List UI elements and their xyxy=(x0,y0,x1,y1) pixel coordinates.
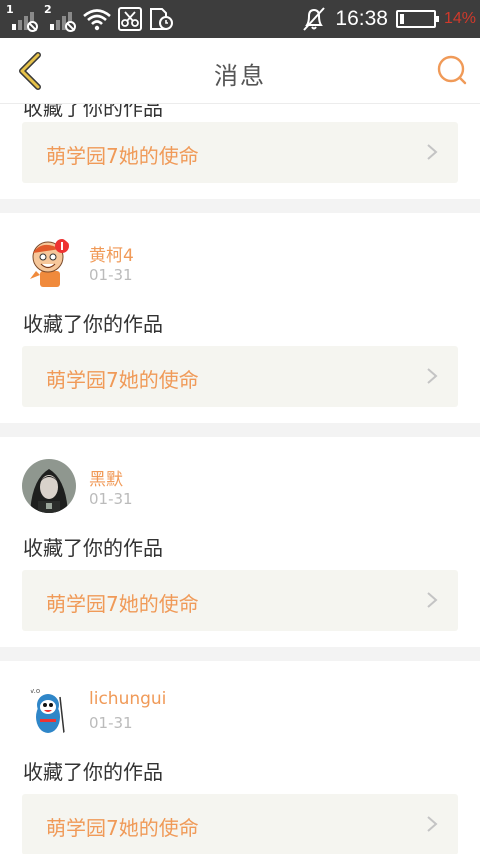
chevron-right-icon xyxy=(427,592,438,608)
divider xyxy=(0,647,480,661)
wifi-icon xyxy=(83,9,111,31)
message-action: 收藏了你的作品 xyxy=(23,104,163,120)
battery-percent: 14% xyxy=(443,10,476,27)
no-sim-icon xyxy=(65,21,76,32)
message-date: 01-31 xyxy=(89,266,133,284)
work-link[interactable]: 萌学园7她的使命 xyxy=(22,570,458,631)
status-right: 16:38 14% xyxy=(301,6,476,32)
user-name[interactable]: lichungui xyxy=(89,689,166,709)
work-link[interactable]: 萌学园7她的使命 xyxy=(22,122,458,183)
battery-fill xyxy=(399,14,405,24)
clock: 16:38 xyxy=(335,7,388,30)
chevron-right-icon xyxy=(427,144,438,160)
work-title: 萌学园7她的使命 xyxy=(46,592,199,616)
search-icon[interactable] xyxy=(436,54,468,86)
message-action: 收藏了你的作品 xyxy=(23,760,163,784)
cartoon-avatar-icon xyxy=(22,235,76,289)
svg-text:v.o: v.o xyxy=(30,687,40,695)
no-sim-icon xyxy=(27,21,38,32)
penguin-avatar-icon: v.o xyxy=(22,683,76,737)
avatar[interactable] xyxy=(22,235,76,289)
status-left: 1 2 xyxy=(6,3,174,32)
photo-avatar-icon xyxy=(22,459,76,513)
work-title: 萌学园7她的使命 xyxy=(46,368,199,392)
avatar[interactable] xyxy=(22,459,76,513)
page-title: 消息 xyxy=(214,62,266,90)
work-title: 萌学园7她的使命 xyxy=(46,816,199,840)
message-item: v.o lichungui 01-31 收藏了你的作品 萌学园7她的使命 xyxy=(0,661,480,854)
message-date: 01-31 xyxy=(89,490,133,508)
work-title: 萌学园7她的使命 xyxy=(46,144,199,168)
user-name[interactable]: 黑默 xyxy=(89,465,123,490)
message-item: 黑默 01-31 收藏了你的作品 萌学园7她的使命 xyxy=(0,437,480,647)
sd-card-icon xyxy=(150,8,173,30)
chevron-right-icon xyxy=(427,816,438,832)
message-item: 黄柯4 01-31 收藏了你的作品 萌学园7她的使命 xyxy=(0,213,480,423)
message-action: 收藏了你的作品 xyxy=(23,536,163,560)
status-bar: 1 2 16:38 14% xyxy=(0,0,480,38)
chevron-right-icon xyxy=(427,368,438,384)
work-link[interactable]: 萌学园7她的使命 xyxy=(22,794,458,854)
avatar[interactable]: v.o xyxy=(22,683,76,737)
battery-icon xyxy=(395,10,439,28)
divider xyxy=(0,199,480,213)
nav-bar: 消息 xyxy=(0,38,480,104)
user-name[interactable]: 黄柯4 xyxy=(89,241,134,266)
message-item: 收藏了你的作品 萌学园7她的使命 xyxy=(0,104,480,199)
scissors-icon xyxy=(118,7,142,31)
message-list[interactable]: 收藏了你的作品 萌学园7她的使命 黄柯4 01-31 收藏了你的作品 萌学园7她… xyxy=(0,104,480,854)
signal-icon: 1 xyxy=(6,3,38,32)
message-date: 01-31 xyxy=(89,714,133,732)
work-link[interactable]: 萌学园7她的使命 xyxy=(22,346,458,407)
bell-off-icon xyxy=(303,7,326,31)
signal-icon: 2 xyxy=(44,3,76,32)
message-action: 收藏了你的作品 xyxy=(23,312,163,336)
divider xyxy=(0,423,480,437)
